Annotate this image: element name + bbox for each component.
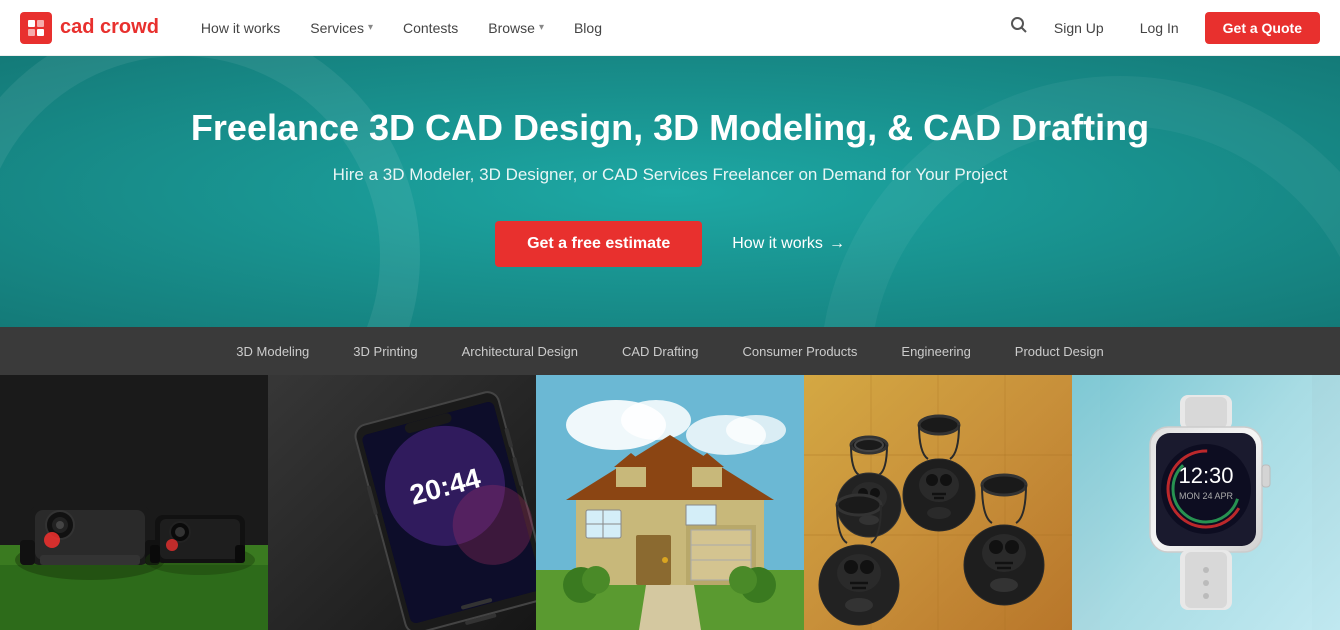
hero-title: Freelance 3D CAD Design, 3D Modeling, & … (20, 106, 1320, 149)
how-it-works-link[interactable]: How it works → (732, 235, 845, 253)
category-bar: 3D Modeling 3D Printing Architectural De… (0, 327, 1340, 375)
logo-text: cad crowd (60, 16, 159, 39)
nav-browse[interactable]: Browse ▾ (476, 14, 556, 42)
svg-text:12:30: 12:30 (1178, 463, 1233, 488)
image-card-architectural[interactable] (536, 375, 804, 630)
category-cad-drafting[interactable]: CAD Drafting (600, 327, 721, 375)
browse-chevron-icon: ▾ (539, 22, 544, 33)
image-card-consumer[interactable] (804, 375, 1072, 630)
image-card-product[interactable]: 12:30 MON 24 APR (1072, 375, 1340, 630)
logo[interactable]: cad crowd (20, 12, 159, 44)
nav-actions: Sign Up Log In Get a Quote (1010, 12, 1320, 44)
sign-up-button[interactable]: Sign Up (1044, 14, 1114, 42)
nav-services[interactable]: Services ▾ (298, 14, 385, 42)
navbar: cad crowd How it works Services ▾ Contes… (0, 0, 1340, 56)
image-card-printing[interactable]: 20:44 (268, 375, 536, 630)
get-quote-button[interactable]: Get a Quote (1205, 12, 1320, 44)
category-product-design[interactable]: Product Design (993, 327, 1126, 375)
search-icon[interactable] (1010, 16, 1028, 39)
get-estimate-button[interactable]: Get a free estimate (495, 221, 702, 267)
services-chevron-icon: ▾ (368, 22, 373, 33)
svg-text:MON 24 APR: MON 24 APR (1179, 491, 1234, 501)
image-card-modeling[interactable] (0, 375, 268, 630)
nav-how-it-works[interactable]: How it works (189, 14, 292, 42)
category-3d-printing[interactable]: 3D Printing (331, 327, 439, 375)
hero-section: Freelance 3D CAD Design, 3D Modeling, & … (0, 56, 1340, 327)
nav-links: How it works Services ▾ Contests Browse … (189, 14, 1010, 42)
category-3d-modeling[interactable]: 3D Modeling (214, 327, 331, 375)
category-consumer-products[interactable]: Consumer Products (721, 327, 880, 375)
log-in-button[interactable]: Log In (1130, 14, 1189, 42)
image-grid: 20:44 (0, 375, 1340, 630)
logo-icon (20, 12, 52, 44)
category-engineering[interactable]: Engineering (879, 327, 992, 375)
nav-contests[interactable]: Contests (391, 14, 470, 42)
hero-subtitle: Hire a 3D Modeler, 3D Designer, or CAD S… (20, 165, 1320, 185)
category-architectural-design[interactable]: Architectural Design (440, 327, 600, 375)
nav-blog[interactable]: Blog (562, 14, 614, 42)
hero-actions: Get a free estimate How it works → (20, 221, 1320, 267)
